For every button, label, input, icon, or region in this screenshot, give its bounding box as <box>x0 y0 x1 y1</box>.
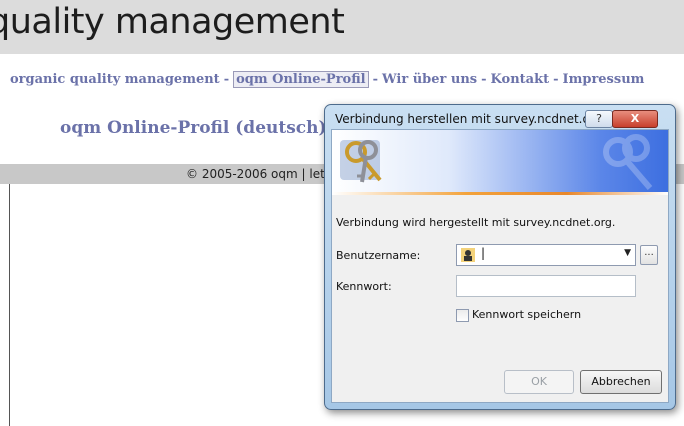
user-avatar-icon <box>461 248 475 262</box>
site-nav: organic quality management - oqm Online-Pr… <box>10 71 645 88</box>
nav-separator: - <box>553 72 559 87</box>
dialog-title: Verbindung herstellen mit survey.ncdnet.… <box>335 112 603 126</box>
keys-watermark-icon <box>603 134 653 190</box>
password-field[interactable] <box>456 275 636 297</box>
dialog-banner <box>332 130 668 194</box>
nav-link-kontakt[interactable]: Kontakt <box>491 72 550 87</box>
dialog-body: Verbindung wird hergestellt mit survey.n… <box>331 129 669 403</box>
nav-link-online-profil[interactable]: oqm Online-Profil <box>233 71 369 88</box>
remember-password-label[interactable]: Kennwort speichern <box>472 308 581 321</box>
username-label: Benutzername: <box>336 249 421 262</box>
username-combobox[interactable]: | ▼ <box>456 244 636 266</box>
keys-icon <box>340 140 382 183</box>
browse-credentials-button[interactable]: ... <box>640 245 658 265</box>
site-title: quality management <box>0 2 345 42</box>
cancel-button[interactable]: Abbrechen <box>580 370 662 394</box>
footer-copyright: © 2005-2006 oqm | let <box>186 167 325 181</box>
login-dialog: Verbindung herstellen mit survey.ncdnet.… <box>324 104 676 410</box>
nav-separator: - <box>481 72 487 87</box>
banner-accent-line <box>332 192 668 195</box>
ok-button[interactable]: OK <box>504 370 574 394</box>
nav-link-impressum[interactable]: Impressum <box>563 72 645 87</box>
nav-link-wir-ueber-uns[interactable]: Wir über uns <box>382 72 477 87</box>
nav-link-organic-quality-management[interactable]: organic quality management <box>10 72 220 87</box>
help-button[interactable]: ? <box>585 110 613 128</box>
page-heading: oqm Online-Profil (deutsch) <box>60 118 327 138</box>
username-value: | <box>481 246 486 260</box>
chevron-down-icon[interactable]: ▼ <box>624 248 631 258</box>
connection-message: Verbindung wird hergestellt mit survey.n… <box>336 216 616 229</box>
remember-password-checkbox[interactable] <box>456 309 469 322</box>
close-button[interactable]: X <box>612 110 658 128</box>
page-divider <box>9 184 10 426</box>
nav-separator: - <box>372 72 379 87</box>
nav-separator: - <box>223 72 230 87</box>
password-label: Kennwort: <box>336 280 392 293</box>
